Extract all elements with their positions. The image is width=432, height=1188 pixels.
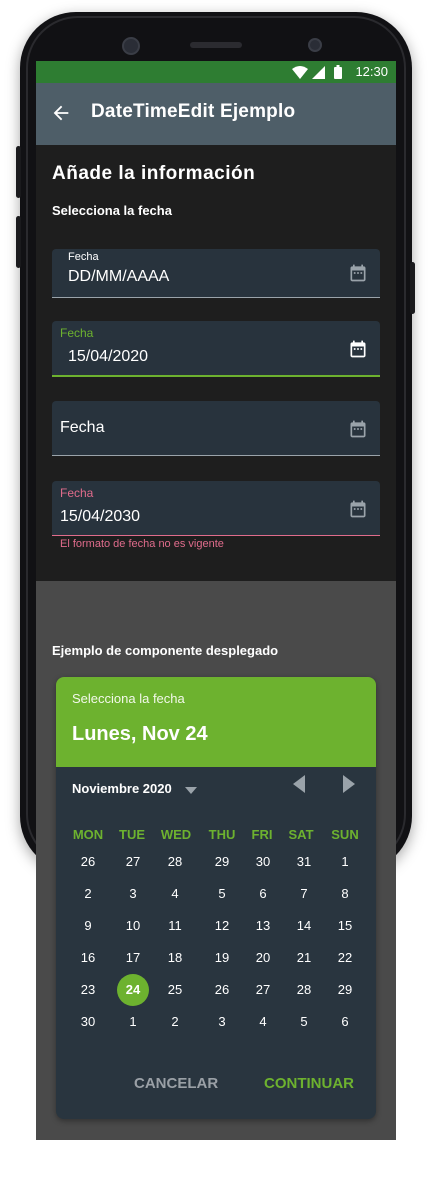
calendar-day[interactable]: 28: [287, 978, 321, 1002]
calendar-day[interactable]: 31: [287, 850, 321, 874]
calendar-day[interactable]: 18: [158, 946, 192, 970]
calendar-day[interactable]: 20: [246, 946, 280, 970]
calendar-day[interactable]: 5: [287, 1010, 321, 1034]
power-button: [410, 262, 415, 314]
calendar-day[interactable]: 19: [205, 946, 239, 970]
date-field-default[interactable]: Fecha DD/MM/AAAA: [52, 249, 380, 298]
weekday-label: TUE: [119, 827, 145, 842]
page-title: Añade la información: [52, 163, 256, 184]
date-field-empty[interactable]: Fecha: [52, 401, 380, 456]
front-camera: [122, 37, 140, 55]
calendar-day[interactable]: 29: [205, 850, 239, 874]
calendar-day[interactable]: 25: [158, 978, 192, 1002]
calendar-day[interactable]: 29: [328, 978, 362, 1002]
continue-button[interactable]: CONTINUAR: [264, 1075, 354, 1092]
calendar-day[interactable]: 27: [246, 978, 280, 1002]
status-bar: 12:30: [36, 61, 396, 83]
weekday-label: WED: [160, 827, 192, 842]
calendar-day[interactable]: 14: [287, 914, 321, 938]
calendar-day[interactable]: 8: [328, 882, 362, 906]
calendar-icon[interactable]: [348, 419, 368, 439]
field-label: Fecha: [60, 486, 94, 500]
calendar-day[interactable]: 2: [158, 1010, 192, 1034]
calendar-day[interactable]: 23: [71, 978, 105, 1002]
calendar-day[interactable]: 10: [116, 914, 150, 938]
battery-icon: [334, 65, 342, 79]
picker-header-label: Selecciona la fecha: [72, 691, 185, 706]
calendar-day[interactable]: 1: [328, 850, 362, 874]
date-picker: Selecciona la fecha Lunes, Nov 24 Noviem…: [56, 677, 376, 1119]
chevron-right-icon[interactable]: [342, 775, 356, 793]
calendar-day[interactable]: 3: [116, 882, 150, 906]
app-bar: DateTimeEdit Ejemplo: [36, 83, 396, 145]
field-label: Fecha: [60, 326, 94, 340]
weekday-label: THU: [208, 827, 236, 842]
app-title: DateTimeEdit Ejemplo: [91, 101, 296, 122]
calendar-day[interactable]: 4: [158, 882, 192, 906]
earpiece-speaker: [190, 42, 242, 48]
field-value: DD/MM/AAAA: [68, 268, 170, 285]
example-title: Ejemplo de componente desplegado: [52, 643, 279, 658]
calendar-day[interactable]: 11: [158, 914, 192, 938]
section-subtitle: Selecciona la fecha: [52, 203, 172, 218]
cancel-button[interactable]: CANCELAR: [134, 1075, 218, 1092]
calendar-day[interactable]: 5: [205, 882, 239, 906]
calendar-day[interactable]: 30: [71, 1010, 105, 1034]
calendar-day-selected[interactable]: 24: [117, 974, 149, 1006]
wifi-icon: [292, 66, 308, 79]
field-value: 15/04/2020: [68, 348, 149, 365]
screen: 12:30 DateTimeEdit Ejemplo Añade la info…: [36, 61, 396, 1140]
calendar-day[interactable]: 17: [116, 946, 150, 970]
picker-header: Selecciona la fecha Lunes, Nov 24: [56, 677, 376, 767]
weekday-label: MON: [72, 827, 104, 842]
calendar-day[interactable]: 30: [246, 850, 280, 874]
weekday-label: SUN: [331, 827, 359, 842]
signal-icon: [312, 66, 325, 79]
calendar-day[interactable]: 2: [71, 882, 105, 906]
weekday-label: SAT: [288, 827, 314, 842]
volume-button: [16, 146, 21, 198]
date-field-focused[interactable]: Fecha 15/04/2020: [52, 321, 380, 377]
calendar-day[interactable]: 16: [71, 946, 105, 970]
calendar-day[interactable]: 26: [205, 978, 239, 1002]
field-placeholder: Fecha: [60, 419, 105, 436]
calendar-day[interactable]: 7: [287, 882, 321, 906]
calendar-day[interactable]: 22: [328, 946, 362, 970]
chevron-left-icon[interactable]: [292, 775, 306, 793]
chevron-down-icon[interactable]: [185, 787, 197, 795]
calendar-day[interactable]: 15: [328, 914, 362, 938]
example-section: Ejemplo de componente desplegado Selecci…: [36, 581, 396, 1140]
form-section: Añade la información Selecciona la fecha…: [36, 145, 396, 581]
calendar-day[interactable]: 26: [71, 850, 105, 874]
calendar-day[interactable]: 9: [71, 914, 105, 938]
calendar-day[interactable]: 21: [287, 946, 321, 970]
calendar-day[interactable]: 28: [158, 850, 192, 874]
calendar-day[interactable]: 4: [246, 1010, 280, 1034]
calendar-day[interactable]: 12: [205, 914, 239, 938]
status-time: 12:30: [355, 64, 388, 79]
calendar-icon[interactable]: [348, 263, 368, 283]
calendar-icon[interactable]: [348, 499, 368, 519]
field-value: 15/04/2030: [60, 508, 141, 525]
date-field-error[interactable]: Fecha 15/04/2030: [52, 481, 380, 536]
calendar-day[interactable]: 6: [328, 1010, 362, 1034]
calendar-day[interactable]: 27: [116, 850, 150, 874]
field-label: Fecha: [68, 251, 99, 263]
volume-button: [16, 216, 21, 268]
calendar-icon[interactable]: [348, 339, 368, 359]
weekday-label: FRI: [251, 827, 273, 842]
calendar-day[interactable]: 6: [246, 882, 280, 906]
picker-selected-date: Lunes, Nov 24: [72, 723, 208, 745]
calendar-day[interactable]: 3: [205, 1010, 239, 1034]
calendar-day[interactable]: 1: [116, 1010, 150, 1034]
calendar-day[interactable]: 13: [246, 914, 280, 938]
error-message: El formato de fecha no es vigente: [60, 538, 224, 550]
proximity-sensor: [308, 38, 322, 52]
back-arrow-icon[interactable]: [50, 102, 72, 124]
month-selector[interactable]: Noviembre 2020: [72, 781, 172, 796]
